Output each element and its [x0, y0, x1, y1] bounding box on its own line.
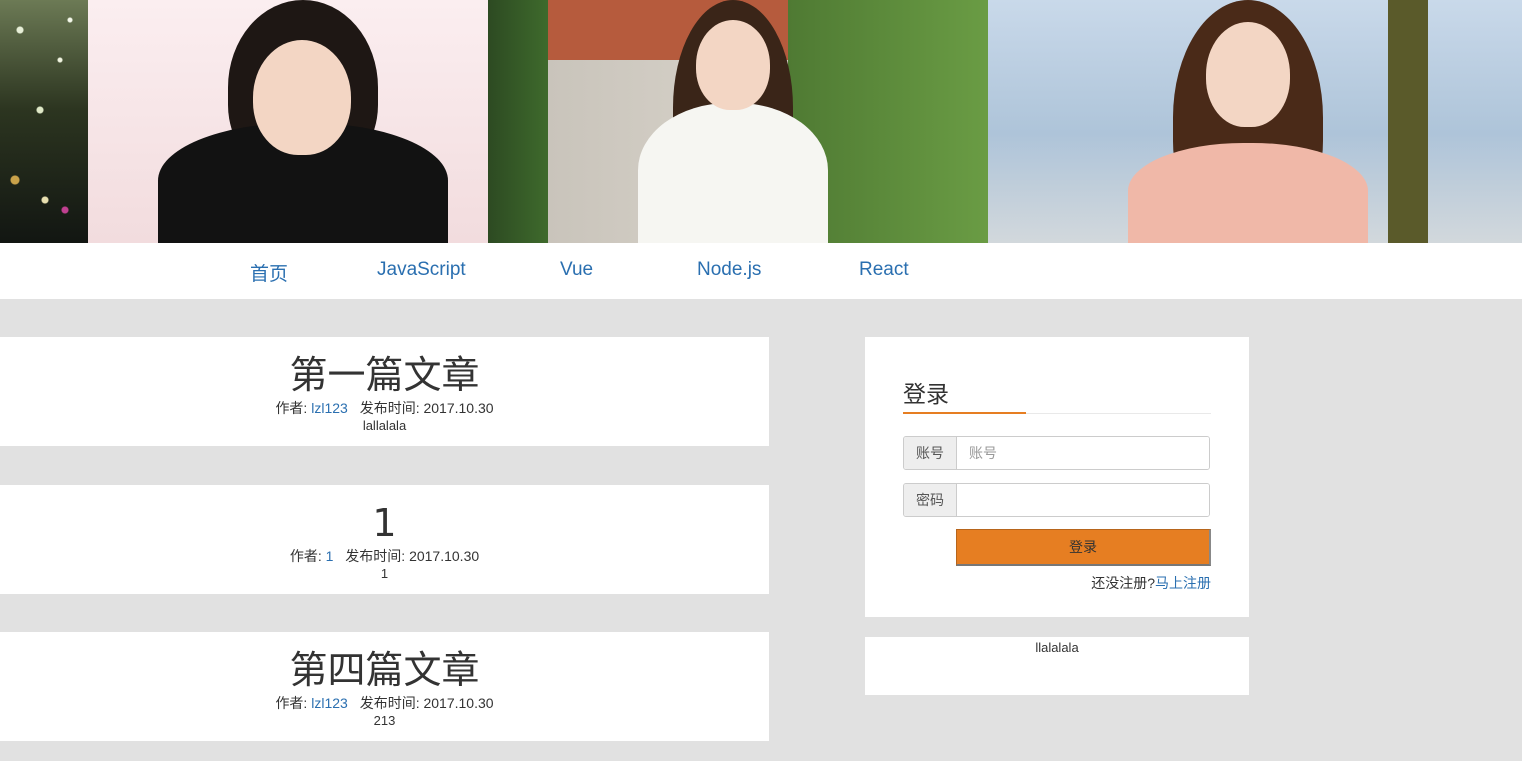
- password-field: 密码: [903, 483, 1210, 517]
- banner-photo-woman-pink-cardigan: [988, 0, 1522, 243]
- password-input[interactable]: [957, 484, 1209, 516]
- author-label: 作者:: [275, 400, 308, 416]
- password-addon-label: 密码: [904, 484, 957, 516]
- article-meta: 作者: 1 发布时间: 2017.10.30: [0, 546, 769, 566]
- account-input[interactable]: [957, 437, 1209, 469]
- article-card[interactable]: 1 作者: 1 发布时间: 2017.10.30 1: [0, 485, 769, 594]
- article-excerpt: 1: [380, 566, 389, 581]
- date-label: 发布时间:: [359, 695, 420, 711]
- banner-photo-night-tree: [0, 0, 88, 243]
- article-date: 2017.10.30: [423, 695, 494, 711]
- article-title[interactable]: 1: [0, 500, 769, 546]
- register-prompt-text: 还没注册?: [1091, 575, 1155, 591]
- author-label: 作者:: [289, 548, 322, 564]
- login-title-underline: [903, 412, 1026, 414]
- banner-photo-woman-white-sweater: [488, 0, 988, 243]
- article-excerpt: 213: [373, 713, 396, 728]
- register-link[interactable]: 马上注册: [1155, 575, 1211, 591]
- article-title[interactable]: 第一篇文章: [0, 352, 769, 398]
- main-nav: 首页 JavaScript Vue Node.js React: [0, 243, 1522, 299]
- register-prompt: 还没注册?马上注册: [1091, 573, 1211, 593]
- banner-photo-woman-black-sweater: [88, 0, 488, 243]
- login-button[interactable]: 登录: [956, 529, 1211, 566]
- sidebar-notice-text: llalalala: [1035, 640, 1079, 655]
- article-meta: 作者: lzl123 发布时间: 2017.10.30: [0, 693, 769, 713]
- nav-item-nodejs[interactable]: Node.js: [697, 259, 761, 281]
- nav-item-home[interactable]: 首页: [250, 259, 288, 286]
- nav-item-javascript[interactable]: JavaScript: [377, 259, 466, 281]
- author-link[interactable]: lzl123: [311, 695, 348, 711]
- nav-item-react[interactable]: React: [859, 259, 909, 281]
- login-panel: 登录 账号 密码 登录 还没注册?马上注册: [865, 337, 1249, 617]
- login-title: 登录: [903, 382, 949, 408]
- article-meta: 作者: lzl123 发布时间: 2017.10.30: [0, 398, 769, 418]
- article-title[interactable]: 第四篇文章: [0, 647, 769, 693]
- author-link[interactable]: lzl123: [311, 400, 348, 416]
- article-excerpt: lallalala: [362, 418, 407, 433]
- date-label: 发布时间:: [345, 548, 406, 564]
- article-date: 2017.10.30: [423, 400, 494, 416]
- article-date: 2017.10.30: [409, 548, 480, 564]
- banner: [0, 0, 1522, 243]
- author-label: 作者:: [275, 695, 308, 711]
- article-card[interactable]: 第一篇文章 作者: lzl123 发布时间: 2017.10.30 lallal…: [0, 337, 769, 446]
- account-field: 账号: [903, 436, 1210, 470]
- nav-item-vue[interactable]: Vue: [560, 259, 593, 281]
- article-card[interactable]: 第四篇文章 作者: lzl123 发布时间: 2017.10.30 213: [0, 632, 769, 741]
- date-label: 发布时间:: [359, 400, 420, 416]
- account-addon-label: 账号: [904, 437, 957, 469]
- sidebar-notice-box: llalalala: [865, 637, 1249, 695]
- author-link[interactable]: 1: [326, 548, 334, 564]
